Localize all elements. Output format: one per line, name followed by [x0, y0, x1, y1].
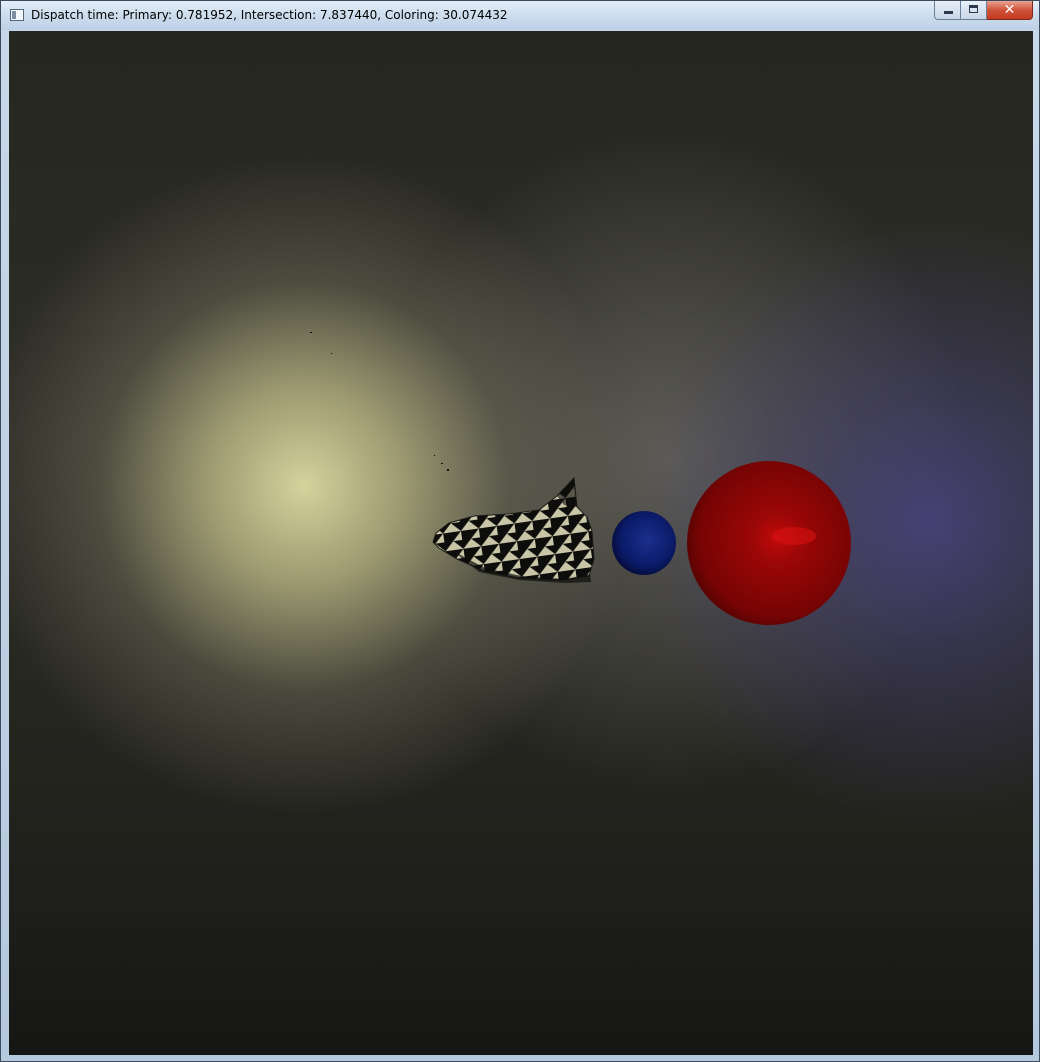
title-bar[interactable]: Dispatch time: Primary: 0.781952, Inters… — [1, 1, 1039, 30]
pixel-specks — [310, 332, 449, 471]
render-viewport[interactable] — [9, 31, 1033, 1055]
caption-buttons: ✕ — [934, 1, 1033, 21]
close-button[interactable]: ✕ — [987, 1, 1033, 20]
red-sphere — [687, 461, 851, 625]
checkered-shuttle — [432, 476, 595, 583]
maximize-button[interactable] — [961, 1, 987, 20]
minimize-button[interactable] — [934, 1, 961, 20]
window-title: Dispatch time: Primary: 0.781952, Inters… — [31, 8, 508, 22]
app-window-icon[interactable] — [10, 9, 24, 21]
minimize-icon — [944, 11, 953, 14]
blue-sphere — [612, 511, 676, 575]
app-window: Dispatch time: Primary: 0.781952, Inters… — [0, 0, 1040, 1062]
maximize-icon — [969, 5, 978, 13]
close-icon: ✕ — [1003, 2, 1016, 18]
rendered-scene — [310, 332, 851, 625]
